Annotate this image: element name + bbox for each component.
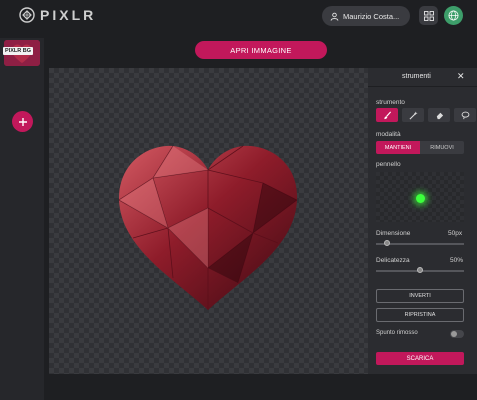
softness-slider-knob[interactable]: [417, 267, 423, 273]
left-panel: [0, 38, 44, 400]
language-button[interactable]: [444, 6, 463, 25]
toggle-knob: [451, 331, 457, 337]
canvas-area[interactable]: [49, 68, 369, 374]
removed-hint-toggle[interactable]: [450, 330, 464, 338]
wand-icon: [409, 110, 418, 119]
globe-icon: [448, 10, 459, 21]
brush-section-label: pennello: [376, 161, 401, 168]
mode-section-label: modalità: [376, 131, 401, 138]
softness-label: Delicatezza: [376, 257, 410, 264]
logo-text: PIXLR: [40, 7, 97, 23]
user-icon: [330, 12, 339, 21]
invert-button[interactable]: INVERTI: [376, 289, 464, 303]
user-name: Maurizio Costa...: [343, 11, 400, 21]
user-account-button[interactable]: Maurizio Costa...: [322, 6, 410, 26]
close-icon[interactable]: ✕: [457, 71, 465, 82]
grid-icon: [423, 10, 434, 21]
mode-toggle: MANTIENI RIMUOVI: [376, 141, 464, 154]
thumbnail-label: PIXLR BG: [3, 47, 33, 55]
tool-section-label: strumento: [376, 99, 405, 106]
lasso-tool-button[interactable]: [454, 108, 476, 122]
pixlr-logo[interactable]: PIXLR: [19, 7, 96, 23]
removed-hint-label: Spunto rimosso: [376, 330, 418, 336]
lasso-icon: [461, 111, 469, 119]
restore-button[interactable]: RIPRISTINA: [376, 308, 464, 322]
open-image-button[interactable]: APRI IMMAGINE: [195, 41, 327, 59]
add-image-button[interactable]: [12, 111, 33, 132]
brush-preview-dot: [416, 194, 425, 203]
keep-mode-button[interactable]: MANTIENI: [376, 141, 420, 154]
size-slider[interactable]: [376, 240, 464, 246]
softness-slider[interactable]: [376, 267, 464, 273]
size-value: 50px: [448, 230, 463, 237]
pixlr-logo-icon: [19, 7, 35, 23]
plus-icon: [18, 117, 27, 126]
brush-tool-button[interactable]: [376, 108, 398, 122]
tools-panel-header: strumenti ✕: [368, 68, 477, 87]
eraser-tool-button[interactable]: [428, 108, 450, 122]
top-bar: PIXLR Maurizio Costa...: [0, 0, 477, 32]
brush-preview: [376, 172, 464, 222]
tools-panel: strumenti ✕ strumento modalità MANTIENI …: [368, 68, 477, 374]
download-button[interactable]: SCARICA: [376, 352, 464, 365]
tool-selector: [376, 108, 476, 122]
size-slider-knob[interactable]: [383, 240, 390, 246]
remove-mode-button[interactable]: RIMUOVI: [420, 141, 464, 154]
brush-icon: [383, 111, 391, 119]
wand-tool-button[interactable]: [402, 108, 424, 122]
tools-panel-title: strumenti: [402, 73, 431, 80]
heart-image: [118, 145, 298, 310]
apps-grid-button[interactable]: [419, 6, 438, 25]
eraser-icon: [436, 112, 443, 119]
size-label: Dimensione: [376, 230, 411, 237]
softness-value: 50%: [450, 257, 464, 264]
